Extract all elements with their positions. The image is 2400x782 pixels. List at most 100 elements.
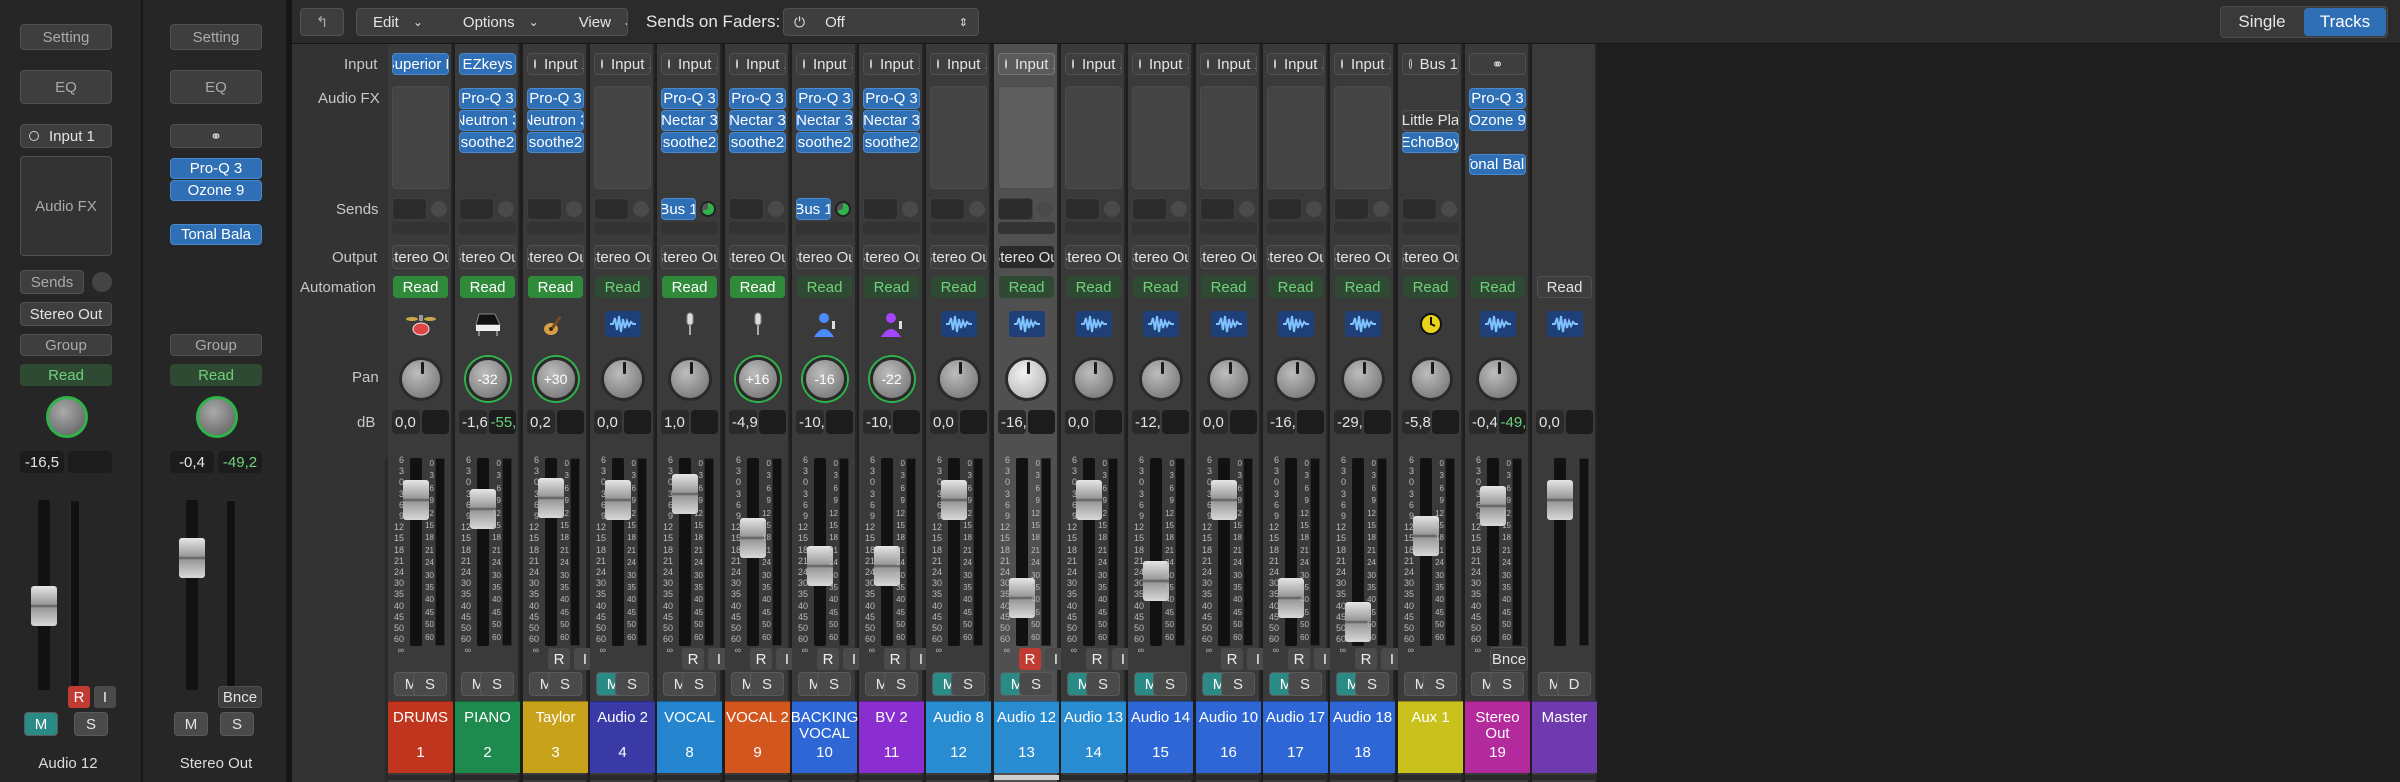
volume-db-value[interactable]: -16,2 xyxy=(1267,410,1295,434)
audio-fx-plugin[interactable]: Pro-Q 3 xyxy=(796,88,853,109)
volume-db-value[interactable]: -29,6 xyxy=(1334,410,1362,434)
solo-button[interactable]: S xyxy=(682,672,716,696)
send-slot-empty[interactable] xyxy=(998,222,1055,234)
audio-fx-plugin[interactable]: Neutron 3 xyxy=(527,110,584,131)
pan-knob[interactable] xyxy=(1475,357,1520,401)
volume-db-value[interactable]: -12,4 xyxy=(1132,410,1160,434)
input-slot[interactable]: Input 1 xyxy=(20,124,112,148)
send-slot[interactable] xyxy=(392,198,427,220)
waveform-icon[interactable] xyxy=(1479,310,1516,338)
audio-fx-plugin[interactable]: Ozone 9 xyxy=(170,180,262,201)
track-name-tile[interactable]: Taylor 3 xyxy=(523,701,588,773)
send-slot-empty[interactable] xyxy=(392,222,449,234)
volume-fader[interactable] xyxy=(31,585,57,626)
audio-fx-plugin[interactable]: Pro-Q 3 xyxy=(863,88,920,109)
waveform-icon[interactable] xyxy=(1142,310,1179,338)
waveform-icon[interactable] xyxy=(1546,310,1583,338)
send-slot-empty[interactable] xyxy=(459,222,516,234)
audio-fx-area[interactable] xyxy=(1065,86,1122,189)
record-enable-button[interactable]: R xyxy=(1288,648,1310,670)
automation-mode[interactable]: Read xyxy=(1268,276,1323,298)
output-slot[interactable]: Stereo Out xyxy=(392,245,449,269)
audio-fx-plugin[interactable]: Little Pla xyxy=(1402,110,1459,131)
input-slot[interactable]: Input 1 xyxy=(661,53,718,75)
output-slot[interactable]: Stereo Out xyxy=(863,245,920,269)
volume-knob[interactable] xyxy=(196,396,238,438)
volume-db-value[interactable]: 0,0 xyxy=(392,410,420,434)
record-enable-button[interactable]: R xyxy=(817,648,839,670)
solo-button[interactable]: S xyxy=(1086,672,1120,696)
guitar-icon[interactable] xyxy=(538,310,574,338)
volume-knob[interactable] xyxy=(46,396,88,438)
input-slot[interactable]: Input 1 xyxy=(594,53,651,75)
waveform-icon[interactable] xyxy=(1008,310,1045,338)
pan-knob[interactable] xyxy=(1340,357,1385,401)
audio-fx-plugin[interactable]: Pro-Q 3 xyxy=(459,88,516,109)
input-slot[interactable]: Bus 1 xyxy=(1402,53,1459,75)
solo-button[interactable]: S xyxy=(74,712,108,736)
audio-fx-plugin[interactable]: Ozone 9 xyxy=(1469,110,1526,131)
pan-knob[interactable]: -22 xyxy=(869,357,914,401)
record-enable-button[interactable]: R xyxy=(1019,648,1041,670)
output-slot[interactable]: Stereo Out xyxy=(796,245,853,269)
bounce-button[interactable]: Bnce xyxy=(218,686,262,708)
output-slot[interactable]: Stereo Out xyxy=(20,302,112,326)
drums-icon[interactable] xyxy=(403,310,439,338)
audio-fx-area[interactable] xyxy=(1200,86,1257,189)
piano-icon[interactable] xyxy=(470,310,506,338)
automation-mode[interactable]: Read xyxy=(662,276,717,298)
single-button[interactable]: Single xyxy=(2222,8,2302,36)
track-name-tile[interactable]: Audio 8 12 xyxy=(926,701,991,773)
solo-button[interactable]: S xyxy=(1355,672,1389,696)
automation-mode[interactable]: Read xyxy=(1201,276,1256,298)
group-button[interactable]: Group xyxy=(170,334,262,356)
pan-knob[interactable] xyxy=(600,357,645,401)
bounce-button[interactable]: Bnce xyxy=(1490,647,1528,671)
input-slot[interactable]: Input 1 xyxy=(1200,53,1257,75)
automation-mode[interactable]: Read xyxy=(1537,276,1592,298)
aux-icon[interactable] xyxy=(1413,310,1449,338)
solo-button[interactable]: S xyxy=(951,672,985,696)
pan-knob[interactable] xyxy=(1206,357,1251,401)
output-slot[interactable]: Stereo Out xyxy=(1065,245,1122,269)
automation-mode[interactable]: Read xyxy=(20,364,112,386)
audio-fx-area[interactable] xyxy=(998,86,1055,189)
send-slot-empty[interactable] xyxy=(1267,222,1324,234)
input-slot[interactable]: Input 1 xyxy=(729,53,786,75)
automation-mode[interactable]: Read xyxy=(730,276,785,298)
pan-knob[interactable] xyxy=(1004,357,1049,401)
automation-mode[interactable]: Read xyxy=(1403,276,1458,298)
output-slot[interactable]: Stereo Out xyxy=(1402,245,1459,269)
tracks-button[interactable]: Tracks xyxy=(2304,8,2386,36)
solo-button[interactable]: S xyxy=(1153,672,1187,696)
dim-button[interactable]: D xyxy=(1557,672,1591,696)
send-slot-empty[interactable] xyxy=(1200,222,1257,234)
volume-db-value[interactable]: -0,4 xyxy=(170,451,214,473)
input-slot[interactable]: EZkeys xyxy=(459,53,516,75)
audio-fx-plugin[interactable]: Nectar 3 xyxy=(796,110,853,131)
audio-fx-area[interactable] xyxy=(594,86,651,189)
send-slot[interactable] xyxy=(1132,198,1167,220)
waveform-icon[interactable] xyxy=(1075,310,1112,338)
automation-mode[interactable]: Read xyxy=(1335,276,1390,298)
options-menu[interactable]: Options xyxy=(463,14,515,31)
track-name-tile[interactable]: VOCAL 2 9 xyxy=(725,701,790,773)
send-slot[interactable] xyxy=(729,198,764,220)
record-enable-button[interactable]: R xyxy=(884,648,906,670)
send-slot-empty[interactable] xyxy=(1132,222,1189,234)
singer-icon[interactable] xyxy=(807,310,843,338)
input-slot[interactable]: Input 1 xyxy=(1132,53,1189,75)
track-name-tile[interactable]: BV 2 11 xyxy=(859,701,924,773)
send-slot[interactable] xyxy=(1267,198,1302,220)
send-slot[interactable]: Bus 1 xyxy=(661,198,696,220)
input-slot[interactable]: Superior D xyxy=(392,53,449,75)
volume-db-value[interactable]: 0,0 xyxy=(930,410,958,434)
eq-button[interactable]: EQ xyxy=(20,70,112,104)
automation-mode[interactable]: Read xyxy=(595,276,650,298)
volume-db-value[interactable]: -16,5 xyxy=(20,451,64,473)
send-slot-empty[interactable] xyxy=(594,222,651,234)
automation-mode[interactable]: Read xyxy=(393,276,448,298)
audio-fx-plugin[interactable]: Pro-Q 3 xyxy=(527,88,584,109)
input-slot[interactable]: Input 1 xyxy=(796,53,853,75)
audio-fx-area[interactable]: Audio FX xyxy=(20,156,112,256)
